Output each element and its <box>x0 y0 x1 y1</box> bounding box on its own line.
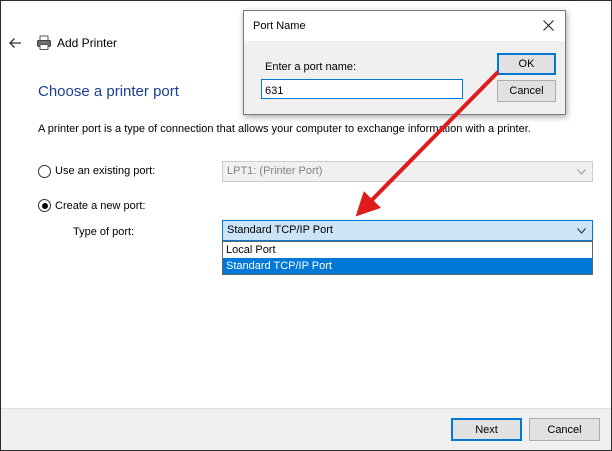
next-button[interactable]: Next <box>451 418 522 441</box>
port-type-value: Standard TCP/IP Port <box>227 224 333 236</box>
port-name-dialog: Port Name Enter a port name: OK Cancel <box>243 10 566 115</box>
printer-icon <box>36 35 52 51</box>
dialog-titlebar: Port Name <box>244 11 565 41</box>
dialog-title: Port Name <box>253 20 306 32</box>
cancel-button[interactable]: Cancel <box>529 418 600 441</box>
existing-port-value: LPT1: (Printer Port) <box>227 165 323 177</box>
port-name-input[interactable] <box>261 79 463 99</box>
close-icon[interactable] <box>543 20 554 31</box>
existing-port-radio[interactable] <box>38 165 51 178</box>
dropdown-option-local-port[interactable]: Local Port <box>223 242 592 258</box>
port-name-prompt: Enter a port name: <box>265 61 357 73</box>
page-heading: Choose a printer port <box>38 83 179 100</box>
ok-button[interactable]: OK <box>497 53 556 75</box>
back-arrow-icon[interactable] <box>6 34 24 52</box>
page-description: A printer port is a type of connection t… <box>38 123 531 135</box>
wizard-title: Add Printer <box>57 36 118 50</box>
existing-port-select[interactable]: LPT1: (Printer Port) <box>222 161 593 182</box>
chevron-down-icon <box>577 228 586 234</box>
dropdown-option-standard-tcpip[interactable]: Standard TCP/IP Port <box>223 258 592 274</box>
type-of-port-label: Type of port: <box>73 226 135 238</box>
new-port-radio[interactable] <box>38 199 51 212</box>
dialog-cancel-button[interactable]: Cancel <box>497 80 556 102</box>
port-type-dropdown: Local Port Standard TCP/IP Port <box>222 241 593 275</box>
existing-port-label: Use an existing port: <box>55 165 156 177</box>
chevron-down-icon <box>577 169 586 175</box>
port-type-select[interactable]: Standard TCP/IP Port <box>222 220 593 241</box>
new-port-label: Create a new port: <box>55 200 146 212</box>
